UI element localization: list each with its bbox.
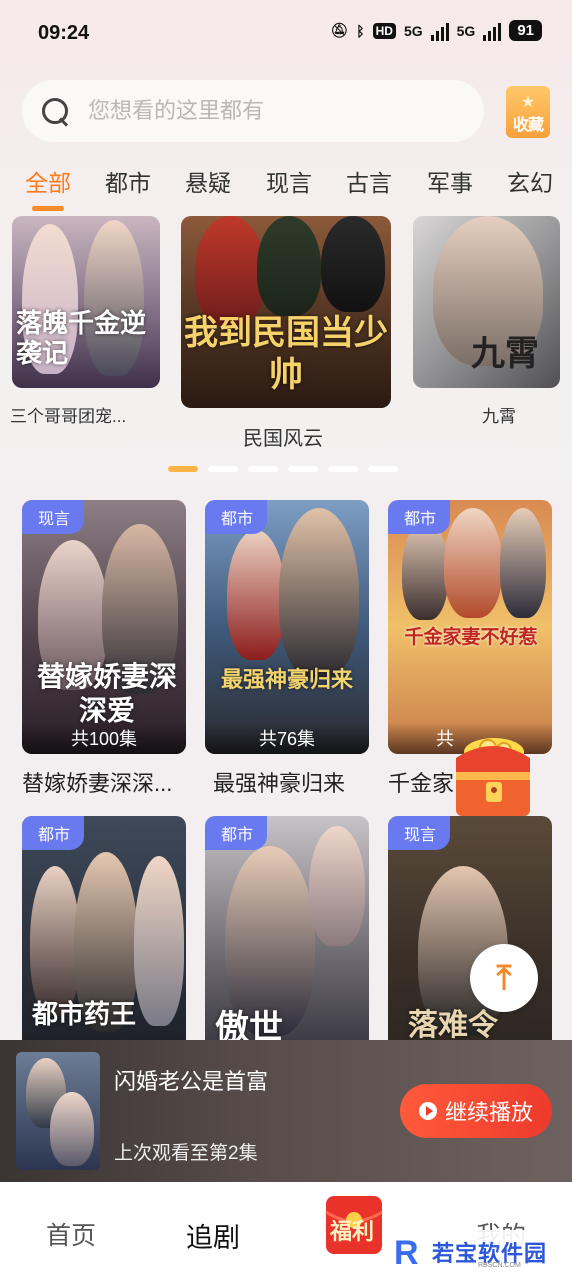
carousel-dot[interactable] [288,466,318,472]
search-bar[interactable] [22,80,484,142]
carousel-item[interactable]: 九霄 [413,216,560,388]
tab-fantasy[interactable]: 玄幻 [507,164,553,198]
poster-figure [134,856,184,1026]
genre-badge: 都市 [205,500,268,534]
genre-badge: 都市 [22,816,85,850]
nav-home[interactable]: 首页 [46,1216,96,1252]
drama-title[interactable]: 替嫁娇妻深深... [22,766,186,798]
tab-suspense[interactable]: 悬疑 [185,164,231,198]
poster-figure [444,508,502,618]
continue-title: 闪婚老公是首富 [114,1069,269,1094]
nav-welfare[interactable]: 福利 [318,1190,392,1260]
drama-card[interactable]: 傲世 都市 [205,816,369,1070]
hd-icon: HD [372,22,396,39]
arrow-up-icon: ⤒ [496,958,512,997]
drama-card[interactable]: 都市药王 都市 [22,816,186,1070]
star-icon: ★ [520,94,536,111]
status-icons: 🔕︎ ᛒ HD 5G 5G 91 [330,20,542,41]
genre-badge: 都市 [388,500,451,534]
carousel-item[interactable]: 落魄千金逆袭记 [12,216,160,388]
tab-indicator [32,206,64,211]
genre-badge: 现言 [388,816,451,850]
back-to-top-button[interactable]: ⤒ [470,944,538,1012]
watermark-logo: R [394,1234,419,1272]
tab-urban[interactable]: 都市 [105,164,151,198]
genre-badge: 都市 [205,816,268,850]
watermark-url: RBSCN.COM [478,1262,521,1269]
poster-figure [257,216,321,316]
search-input[interactable] [88,98,448,124]
favorites-button[interactable]: ★ 收藏 [506,86,550,138]
poster-figure [227,530,285,660]
status-time: 09:24 [38,22,90,44]
tab-military[interactable]: 军事 [427,164,473,198]
mute-icon: 🔕︎ [330,22,349,38]
drama-card[interactable]: 千金家妻不好惹 都市 共 [388,500,552,754]
search-icon [40,96,70,126]
network-type-label: 5G [403,22,423,39]
poster-title: 都市药王 [32,999,137,1029]
category-tabs: 全部 都市 悬疑 现言 古言 军事 玄幻 [0,162,572,214]
continue-play-button[interactable]: 继续播放 [400,1084,552,1138]
poster-figure [402,520,448,620]
drama-card[interactable]: 最强神豪归来 都市 共76集 [205,500,369,754]
drama-card[interactable]: 替嫁娇妻深深爱 现言 共100集 [22,500,186,754]
continue-play-label: 继续播放 [444,1100,533,1125]
continue-progress: 上次观看至第2集 [114,1143,258,1164]
watermark: R 若宝软件园 RBSCN.COM [388,1230,568,1276]
tab-modern-romance[interactable]: 现言 [266,164,312,198]
carousel-pagination [168,466,398,472]
episode-count: 共76集 [205,722,369,754]
play-icon [418,1102,437,1120]
poster-title: 九霄 [471,335,539,373]
carousel-item-title: 九霄 [482,407,516,426]
treasure-chest-icon[interactable] [448,728,538,822]
poster-title: 最强神豪归来 [220,667,353,692]
nav-following[interactable]: 追剧 [186,1216,240,1255]
nav-welfare-label: 福利 [330,1219,375,1244]
poster-title: 我到民国当少帅 [184,314,388,394]
carousel-item[interactable]: 我到民国当少帅 [181,216,391,408]
poster-figure [279,508,359,678]
featured-carousel[interactable]: 落魄千金逆袭记 三个哥哥团宠... 我到民国当少帅 民国风云 九霄 九霄 [0,216,572,478]
tab-all[interactable]: 全部 [25,164,71,198]
genre-badge: 现言 [22,500,85,534]
favorites-label: 收藏 [512,117,544,134]
poster-figure [500,508,546,618]
continue-watching-bar[interactable]: 闪婚老公是首富 上次观看至第2集 继续播放 [0,1040,572,1182]
carousel-item-title: 三个哥哥团宠... [10,407,127,426]
carousel-dot[interactable] [168,466,198,472]
poster-title: 千金家妻不好惹 [404,627,538,648]
drama-card[interactable]: 落难令 现言 [388,816,552,1070]
episode-count: 共100集 [22,722,186,754]
poster-figure [50,1092,94,1166]
signal-icon-2 [483,21,502,41]
drama-title[interactable]: 最强神豪归来 [213,766,377,798]
bluetooth-icon: ᛒ [356,22,365,39]
poster-figure [195,216,265,326]
carousel-dot[interactable] [248,466,278,472]
carousel-item-title: 民国风云 [243,428,323,450]
tab-ancient-romance[interactable]: 古言 [346,164,392,198]
poster-figure [309,826,365,946]
status-bar: 09:24 🔕︎ ᛒ HD 5G 5G 91 [0,0,572,68]
signal-icon [430,21,449,41]
carousel-dot[interactable] [368,466,398,472]
poster-figure [321,216,385,312]
poster-title: 落难令 [408,1009,498,1042]
battery-icon: 91 [509,20,542,41]
poster-title: 替嫁娇妻深深爱 [36,661,177,726]
poster-title: 落魄千金逆袭记 [16,308,147,368]
network-type-label-2: 5G [456,22,476,39]
carousel-dot[interactable] [328,466,358,472]
carousel-dot[interactable] [208,466,238,472]
continue-thumbnail [16,1052,100,1170]
